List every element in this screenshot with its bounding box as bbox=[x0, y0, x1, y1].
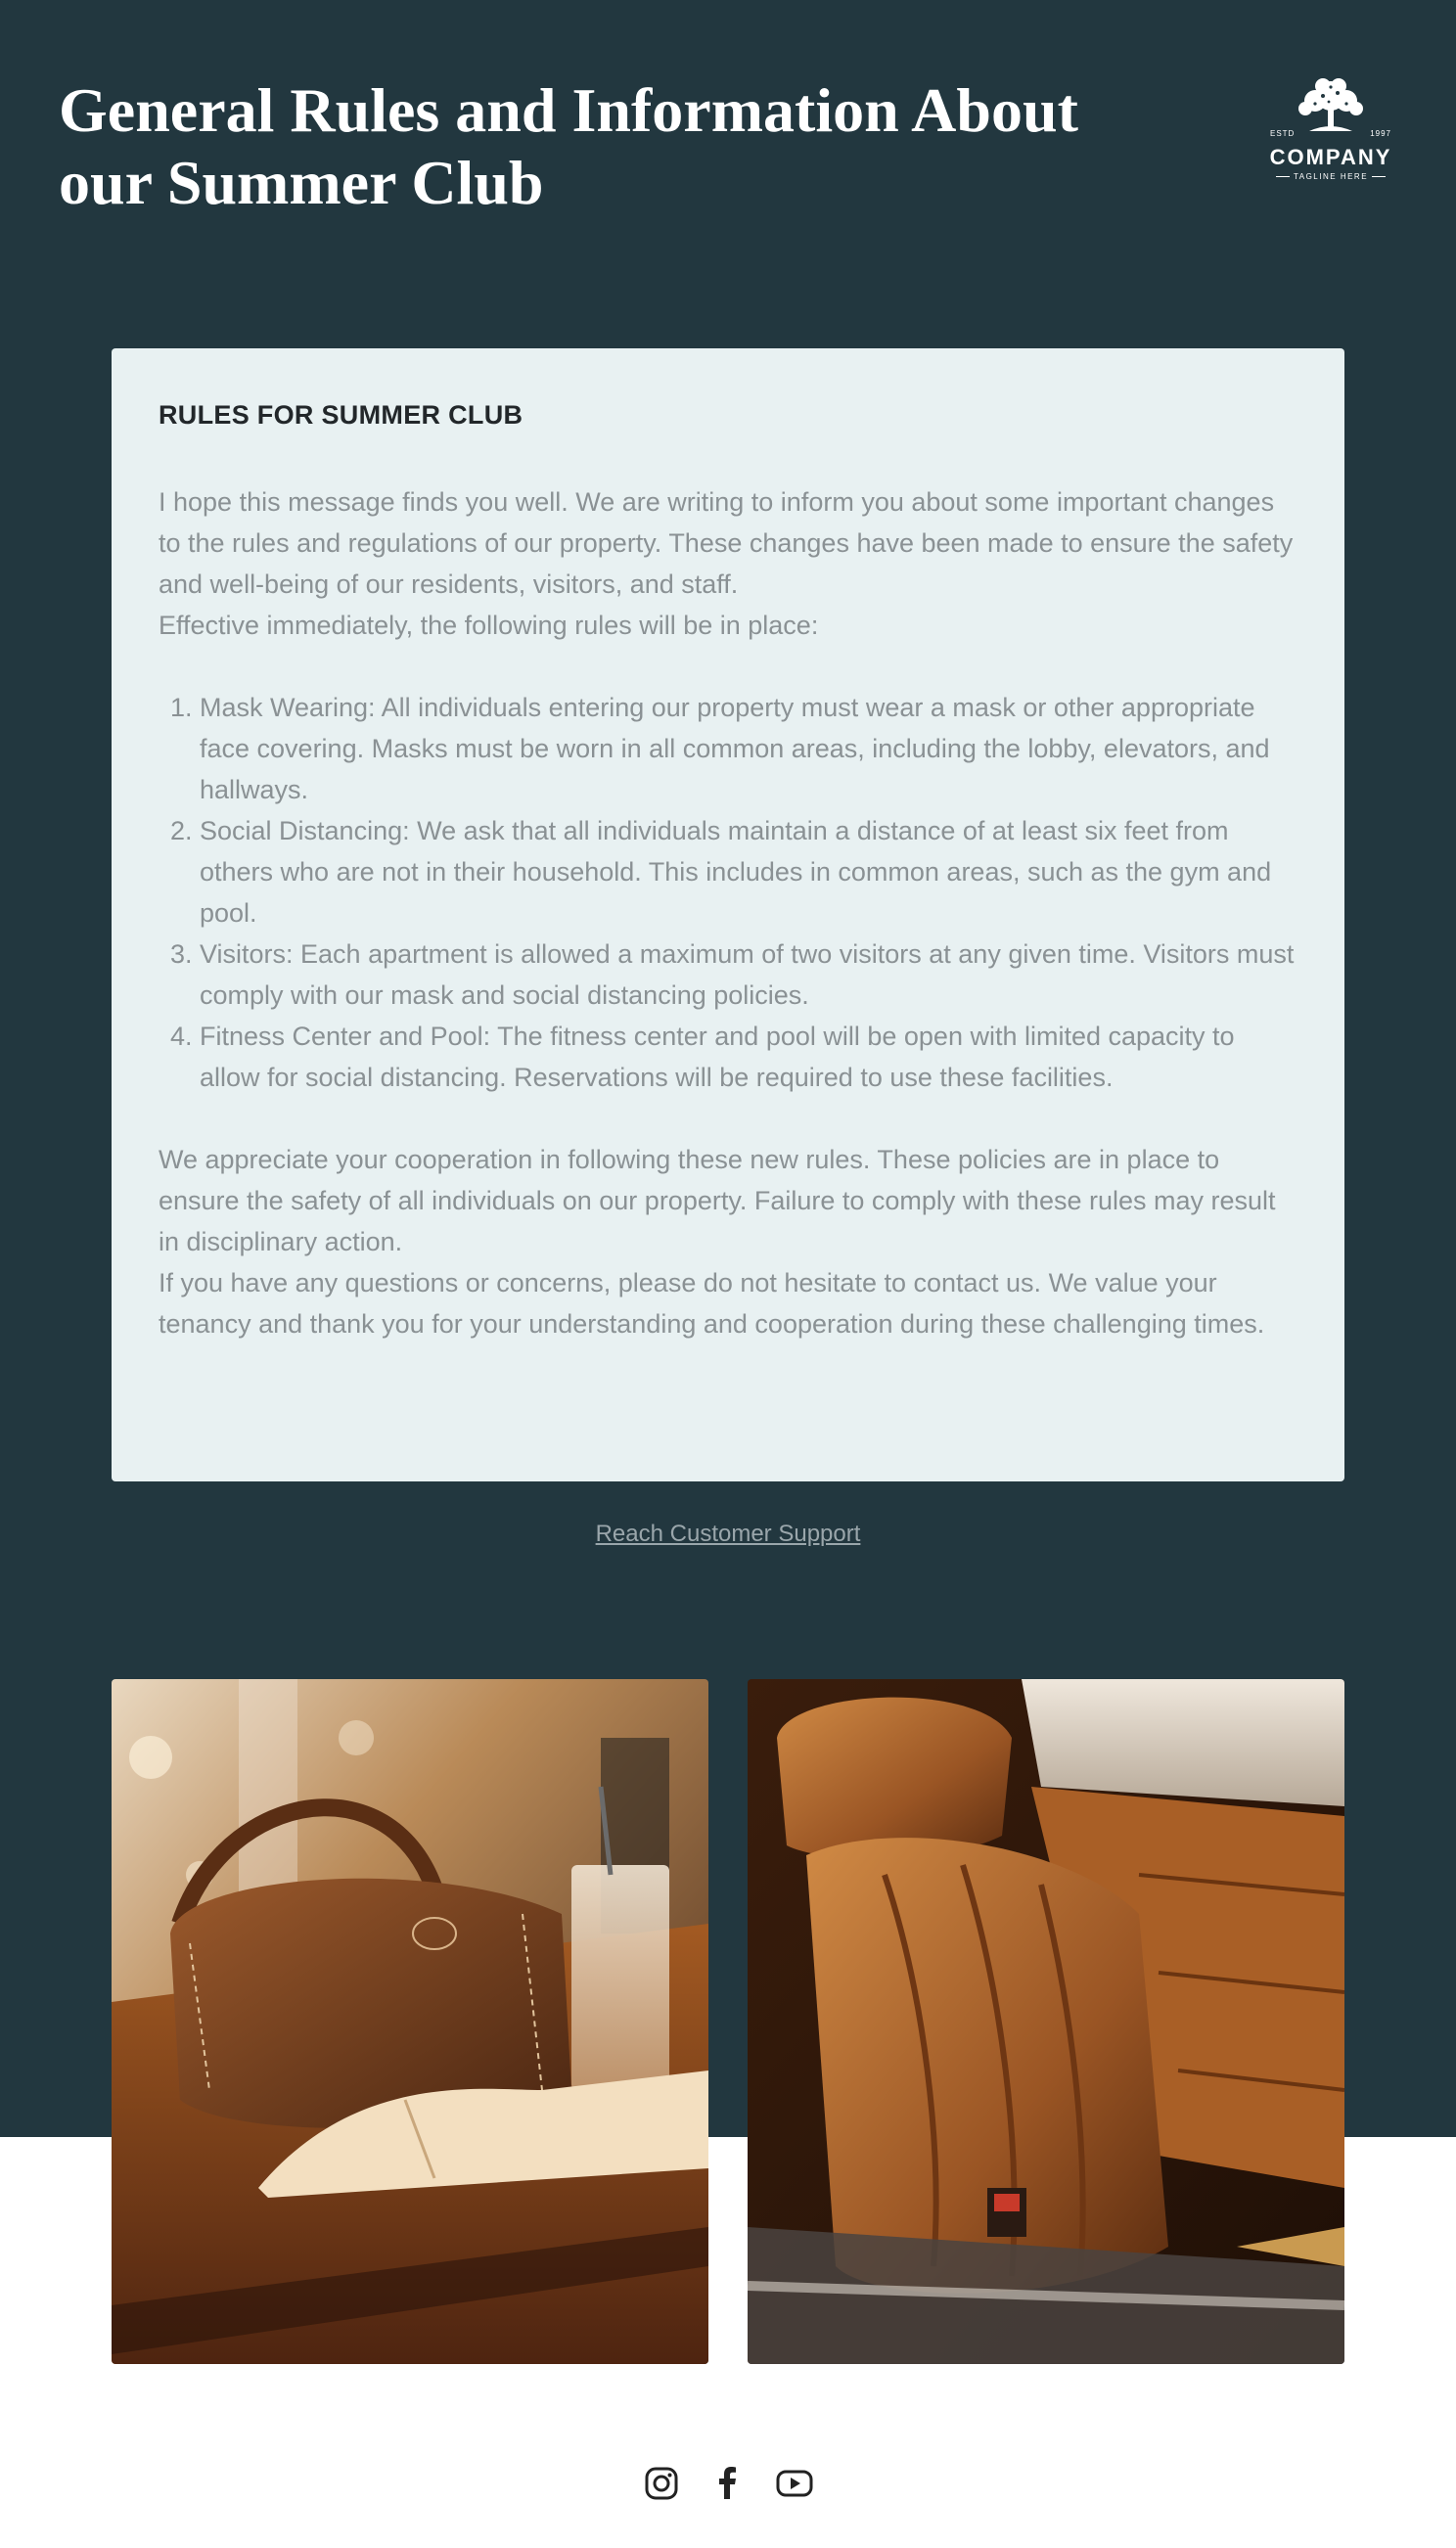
page-title: General Rules and Information About our … bbox=[59, 75, 1078, 217]
intro-paragraph-2: Effective immediately, the following rul… bbox=[159, 611, 819, 640]
logo-estd: ESTD bbox=[1270, 129, 1296, 138]
card-body: I hope this message finds you well. We a… bbox=[159, 481, 1297, 1344]
card-heading: RULES FOR SUMMER CLUB bbox=[159, 400, 523, 430]
rules-card: RULES FOR SUMMER CLUB I hope this messag… bbox=[112, 348, 1344, 1481]
instagram-icon bbox=[645, 2467, 678, 2500]
youtube-icon bbox=[776, 2470, 813, 2497]
logo-company-name: COMPANY bbox=[1269, 145, 1392, 169]
car-seat-photo bbox=[748, 1679, 1344, 2364]
social-links bbox=[0, 2464, 1456, 2503]
customer-support-link[interactable]: Reach Customer Support bbox=[0, 1517, 1456, 1552]
logo-year: 1997 bbox=[1370, 129, 1391, 138]
youtube-link[interactable] bbox=[775, 2464, 814, 2503]
instagram-link[interactable] bbox=[642, 2464, 681, 2503]
rule-item: Mask Wearing: All individuals entering o… bbox=[200, 687, 1297, 810]
rule-item: Visitors: Each apartment is allowed a ma… bbox=[200, 933, 1297, 1016]
closing-paragraph: We appreciate your cooperation in follow… bbox=[159, 1145, 1276, 1256]
facebook-icon bbox=[719, 2467, 736, 2499]
facebook-link[interactable] bbox=[708, 2464, 748, 2503]
intro-paragraph: I hope this message finds you well. We a… bbox=[159, 487, 1294, 599]
company-logo[interactable]: ESTD 1997 COMPANY TAGLINE HERE bbox=[1262, 76, 1399, 190]
rule-item: Fitness Center and Pool: The fitness cen… bbox=[200, 1016, 1297, 1098]
closing-paragraph-2: If you have any questions or concerns, p… bbox=[159, 1268, 1265, 1339]
logo-tagline: TAGLINE HERE bbox=[1262, 172, 1399, 181]
tree-icon bbox=[1298, 78, 1363, 131]
rules-list: Mask Wearing: All individuals entering o… bbox=[159, 687, 1297, 1098]
rule-item: Social Distancing: We ask that all indiv… bbox=[200, 810, 1297, 933]
leather-bag-photo bbox=[112, 1679, 708, 2364]
